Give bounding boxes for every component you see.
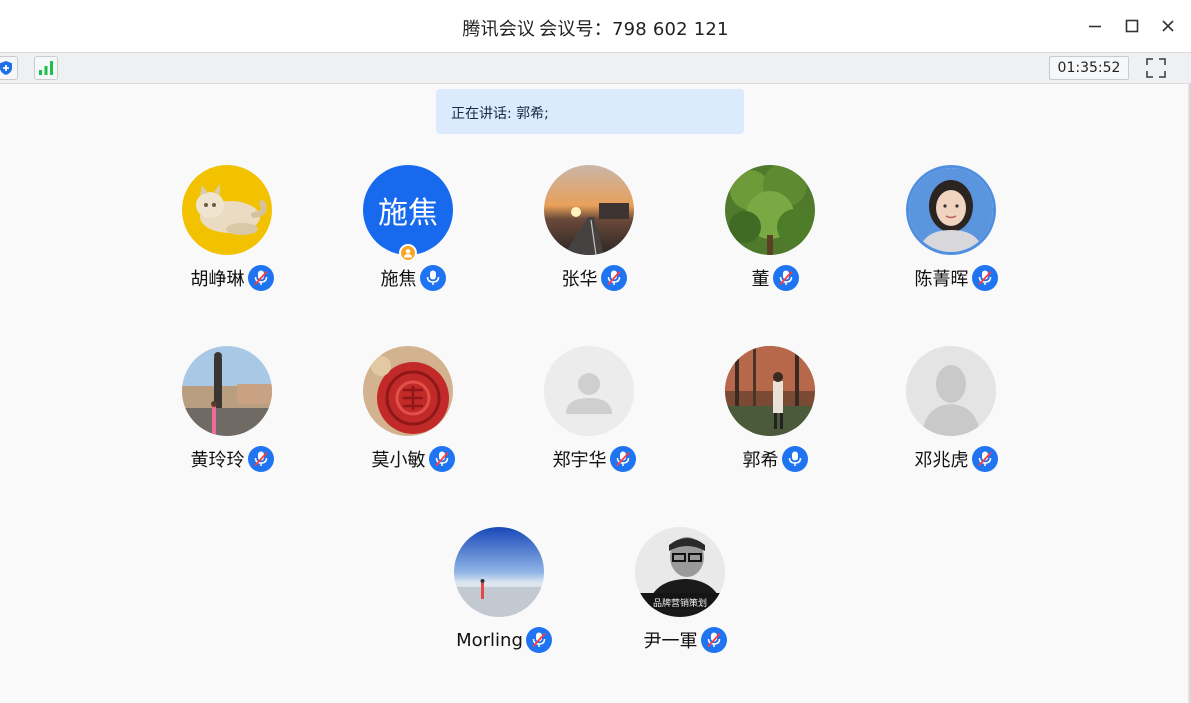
participant-tile[interactable]: 郑宇华 [529,346,649,486]
name-row: 张华 [529,264,659,292]
sunset-photo-avatar [544,165,634,255]
mic-muted-icon[interactable] [247,265,274,291]
speaking-banner: 正在讲话: 郭希; [436,89,744,134]
participant-name: 邓兆虎 [914,450,969,471]
signal-icon [39,61,53,75]
avatar [454,527,544,617]
participant-tile[interactable]: 莫小敏 [348,346,468,486]
mic-on-icon[interactable] [781,446,808,472]
participant-tile[interactable]: 邓兆虎 [891,346,1011,486]
default-user-icon [544,346,634,436]
mic-muted-icon[interactable] [971,446,998,472]
bridge-photo-avatar [182,346,272,436]
maximize-icon [1125,19,1139,33]
participant-name: 胡峥琳 [190,269,245,290]
participant-tile[interactable]: 品牌营销策划 尹一軍 [620,527,740,667]
participant-tile[interactable]: 黄玲玲 [167,346,287,486]
participant-name: 张华 [561,269,598,290]
mic-muted-icon[interactable] [247,446,274,472]
mic-muted-icon[interactable] [428,446,455,472]
mic-on-icon[interactable] [419,265,446,291]
shield-icon [0,61,12,75]
participant-name: 施焦 [380,269,417,290]
participant-name: 郭希 [742,450,779,471]
red-carving-photo-avatar [363,346,453,436]
name-row: 郑宇华 [529,445,659,473]
participant-name: 董 [751,269,770,290]
minimize-button[interactable] [1080,12,1110,40]
participant-name: 尹一軍 [643,631,698,652]
participant-tile[interactable]: 董 [710,165,830,305]
name-row: Morling [439,626,569,654]
mic-muted-icon[interactable] [609,446,636,472]
participant-name: 黄玲玲 [190,450,245,471]
mic-muted-icon[interactable] [971,265,998,291]
sky-photo-avatar [454,527,544,617]
name-row: 尹一軍 [620,626,750,654]
avatar [544,165,634,255]
participant-tile[interactable]: 施焦 施焦 [348,165,468,305]
fullscreen-icon [1146,58,1166,78]
network-status-button[interactable] [34,56,58,80]
mic-muted-icon[interactable] [700,627,727,653]
app-name: 腾讯会议 [462,19,536,40]
avatar [906,346,996,436]
name-row: 施焦 [348,264,478,292]
participant-name: 郑宇华 [552,450,607,471]
avatar: 施焦 [363,165,453,255]
name-row: 董 [710,264,840,292]
meeting-id: 会议号：798 602 121 [539,19,729,40]
host-badge-icon [399,244,417,262]
avatar [182,165,272,255]
toolbar: 01:35:52 [0,52,1191,84]
avatar: 品牌营销策划 [635,527,725,617]
participant-tile[interactable]: Morling [439,527,559,667]
mic-muted-icon[interactable] [525,627,552,653]
portrait-photo-avatar [909,168,993,252]
avatar [725,165,815,255]
close-icon [1162,20,1174,32]
security-button[interactable] [0,56,18,80]
avatar [725,346,815,436]
silhouette-user-icon [906,346,996,436]
tree-photo-avatar [725,165,815,255]
avatar-caption: 品牌营销策划 [653,597,707,609]
cat-photo-avatar [182,165,272,255]
participant-name: Morling [456,629,523,651]
participant-tile[interactable]: 陈菁晖 [891,165,1011,305]
avatar [182,346,272,436]
name-row: 陈菁晖 [891,264,1021,292]
forest-path-photo-avatar [725,346,815,436]
avatar [906,165,996,255]
participant-name: 莫小敏 [371,450,426,471]
name-row: 黄玲玲 [167,445,297,473]
avatar [544,346,634,436]
mic-muted-icon[interactable] [772,265,799,291]
window-title: 腾讯会议 会议号：798 602 121 [0,15,1191,41]
minimize-icon [1089,25,1101,28]
mic-muted-icon[interactable] [600,265,627,291]
avatar [363,346,453,436]
man-glasses-photo-avatar: 品牌营销策划 [635,527,725,617]
participant-tile[interactable]: 张华 [529,165,649,305]
maximize-button[interactable] [1117,12,1147,40]
name-row: 胡峥琳 [167,264,297,292]
close-button[interactable] [1153,12,1183,40]
name-row: 郭希 [710,445,840,473]
fullscreen-button[interactable] [1143,56,1169,80]
name-row: 莫小敏 [348,445,478,473]
name-row: 邓兆虎 [891,445,1021,473]
participant-tile[interactable]: 胡峥琳 [167,165,287,305]
participant-tile[interactable]: 郭希 [710,346,830,486]
meeting-timer: 01:35:52 [1049,56,1129,80]
title-bar: 腾讯会议 会议号：798 602 121 [0,0,1191,52]
participant-name: 陈菁晖 [914,269,969,290]
